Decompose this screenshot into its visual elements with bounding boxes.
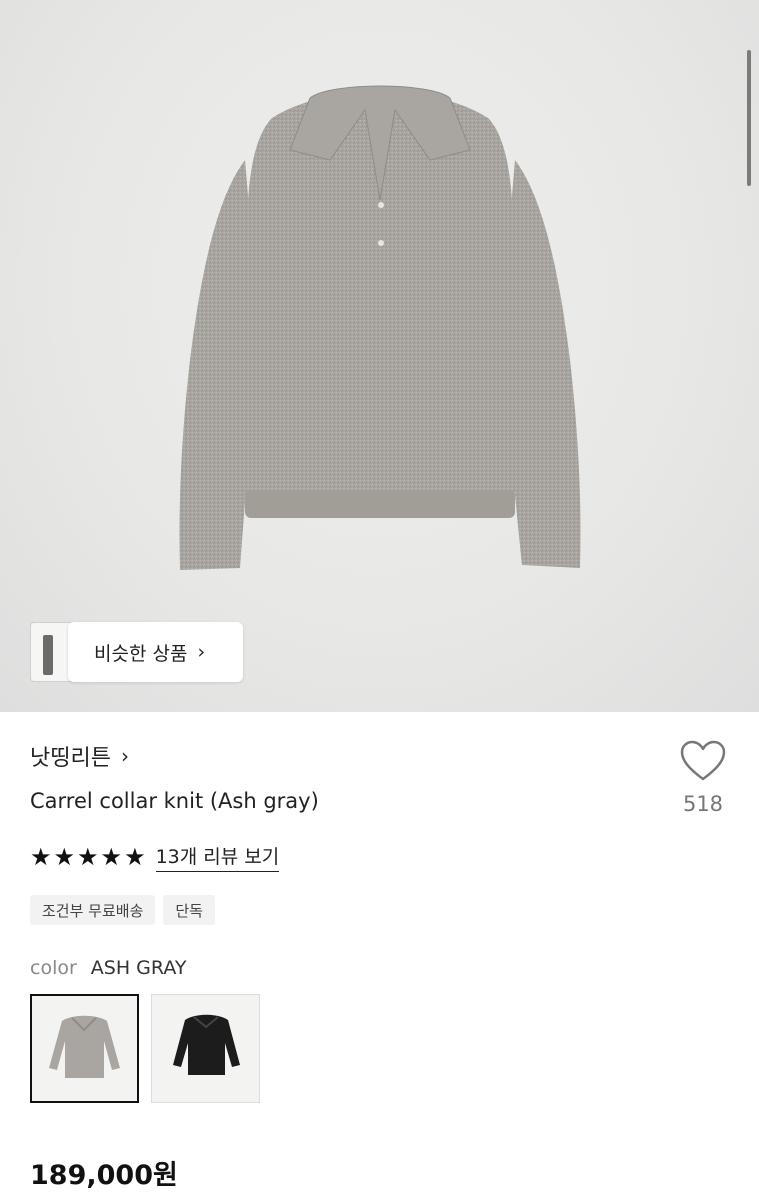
- ash-gray-sweater-thumbnail: [49, 1015, 120, 1078]
- scrollbar[interactable]: [747, 50, 751, 186]
- heart-icon: [680, 740, 726, 781]
- color-swatch-ash-gray[interactable]: [30, 994, 139, 1103]
- like-count: 518: [682, 792, 724, 816]
- shipping-tag: 조건부 무료배송: [30, 895, 156, 925]
- review-link[interactable]: 13개 리뷰 보기: [155, 842, 280, 872]
- brand-link[interactable]: 낫띵리튼 ›: [30, 740, 129, 772]
- color-swatch-black[interactable]: [151, 994, 260, 1103]
- chevron-right-icon: ›: [120, 744, 129, 768]
- like-button[interactable]: 518: [668, 740, 738, 816]
- color-selector-label: color ASH GRAY: [30, 957, 186, 979]
- exclusive-tag: 단독: [163, 895, 215, 925]
- brand-name: 낫띵리튼: [30, 746, 111, 771]
- tag-list: 조건부 무료배송 단독: [30, 895, 215, 925]
- product-title: Carrel collar knit (Ash gray): [30, 789, 319, 813]
- star-icon: ★: [53, 843, 76, 871]
- sweater-illustration: [179, 85, 581, 570]
- rating: ★ ★ ★ ★ ★ 13개 리뷰 보기: [30, 842, 280, 872]
- chevron-right-icon: ›: [197, 641, 206, 663]
- similar-products-label: 비슷한 상품: [94, 642, 188, 665]
- product-image[interactable]: [0, 0, 759, 712]
- star-icon: ★: [124, 843, 146, 871]
- black-sweater-thumbnail: [173, 1014, 240, 1075]
- similar-thumbnail-shape: [43, 635, 53, 675]
- star-icon: ★: [100, 843, 123, 871]
- star-icon: ★: [30, 843, 52, 871]
- star-rating: ★ ★ ★ ★ ★: [30, 845, 146, 869]
- star-icon: ★: [77, 843, 99, 871]
- price: 189,000원: [30, 1160, 178, 1191]
- similar-products-button[interactable]: 비슷한 상품 ›: [68, 622, 243, 682]
- color-label: color: [30, 957, 77, 979]
- color-value: ASH GRAY: [90, 957, 187, 979]
